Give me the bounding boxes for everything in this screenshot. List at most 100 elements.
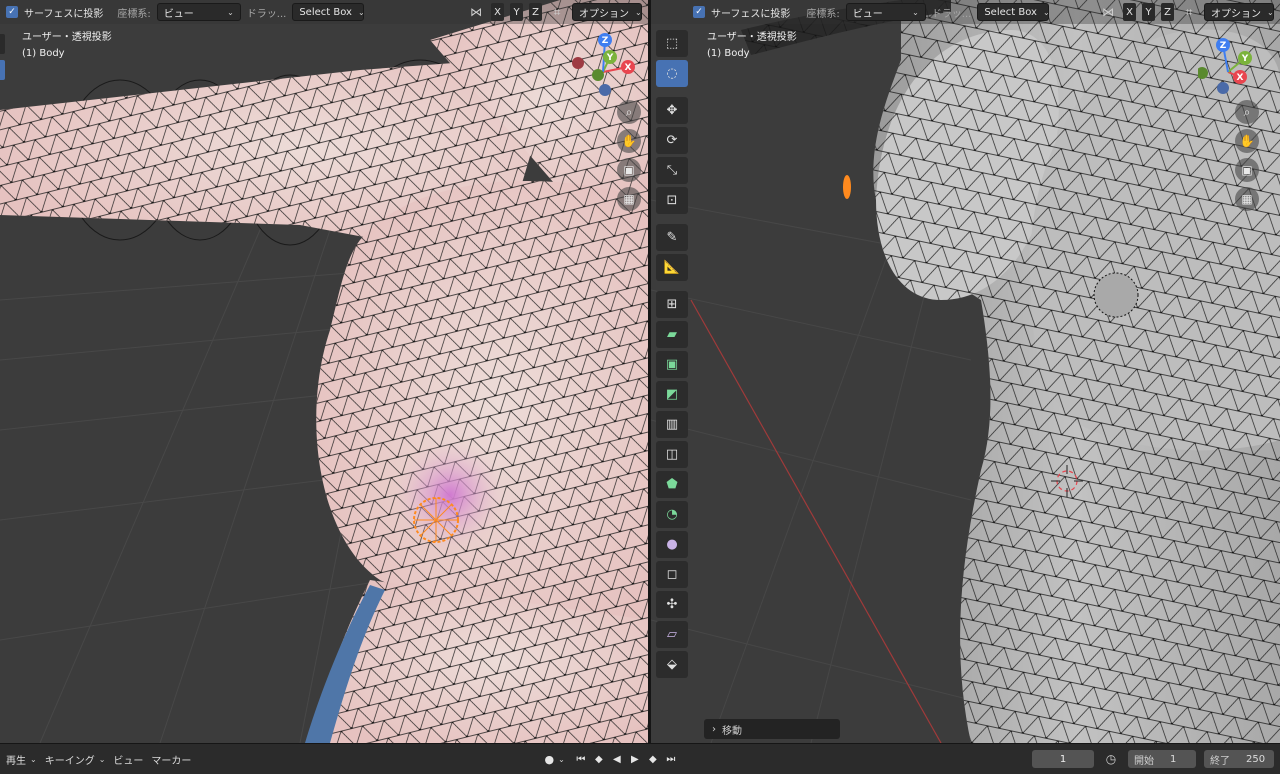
neg-z-handle[interactable]: [599, 84, 611, 96]
viewport-left-canvas[interactable]: [0, 0, 648, 743]
checkbox-icon[interactable]: ✓: [693, 6, 705, 18]
end-label: 終了: [1210, 755, 1230, 767]
bevel-icon[interactable]: ◩: [656, 381, 688, 408]
neg-z-handle[interactable]: [1217, 82, 1229, 94]
drag-dropdown[interactable]: Select Box ⌄: [977, 3, 1050, 21]
drag-label: ドラッ...: [931, 8, 972, 20]
axis-z-button[interactable]: Z: [1161, 3, 1174, 21]
current-frame-field[interactable]: 1: [1032, 750, 1094, 768]
viewport-right[interactable]: ✓ サーフェスに投影 座標系: ビュー ⌄ ドラッ... Select Box …: [651, 0, 1280, 743]
strip-tab[interactable]: [0, 34, 5, 54]
keyframe-toggle[interactable]: ● ⌄: [545, 753, 565, 766]
select-box-icon[interactable]: ⬚: [656, 30, 688, 57]
axis-x-button[interactable]: X: [491, 3, 504, 21]
orientation-label: 座標系:: [806, 8, 840, 20]
snap-icon[interactable]: ⌗: [548, 3, 566, 21]
selected-vertices-right[interactable]: [843, 175, 851, 199]
zoom-icon[interactable]: ⌕: [1235, 100, 1259, 124]
inset-icon[interactable]: ▣: [656, 351, 688, 378]
shrink-icon[interactable]: ✣: [656, 591, 688, 618]
jump-start-icon[interactable]: ⏮: [573, 750, 589, 768]
options-dropdown[interactable]: オプション ⌄: [1204, 3, 1274, 21]
keying-menu[interactable]: キーイング ⌄: [45, 752, 106, 767]
measure-icon[interactable]: 📐: [656, 254, 688, 281]
neg-y-handle[interactable]: [1198, 67, 1208, 79]
view-name: ユーザー・透視投影: [707, 32, 797, 43]
annotate-icon[interactable]: ✎: [656, 224, 688, 251]
polybuild-icon[interactable]: ⬟: [656, 471, 688, 498]
loopcut-icon[interactable]: ▥: [656, 411, 688, 438]
axis-x-button[interactable]: X: [1123, 3, 1136, 21]
select-circle-icon[interactable]: ◌: [656, 60, 688, 87]
tool-shelf: ⬚ ◌ ✥ ⟳ ⤡ ⊡ ✎ 📐 ⊞ ▰ ▣ ◩ ▥ ◫ ⬟ ◔ ● ◻ ✣ ▱ …: [656, 30, 688, 678]
mirror-icon[interactable]: ⋈: [1099, 3, 1117, 21]
drag-dropdown[interactable]: Select Box ⌄: [292, 3, 365, 21]
marker-menu[interactable]: マーカー: [151, 752, 191, 767]
surface-project-label[interactable]: サーフェスに投影: [711, 5, 790, 20]
orientation-dropdown[interactable]: ビュー ⌄: [845, 3, 926, 21]
chevron-down-icon: ⌄: [1267, 7, 1274, 17]
navigation-gizmo[interactable]: X Y Z: [568, 30, 638, 100]
navigation-gizmo[interactable]: X Y Z: [1198, 30, 1268, 100]
extrude-icon[interactable]: ▰: [656, 321, 688, 348]
viewport-header-left: ✓ サーフェスに投影 座標系: ビュー ⌄ ドラッ... Select Box …: [0, 0, 648, 24]
drag-label: ドラッ...: [246, 8, 287, 20]
object-name: (1) Body: [22, 48, 65, 59]
knife-icon[interactable]: ◫: [656, 441, 688, 468]
grid-icon[interactable]: ▦: [617, 187, 641, 211]
viewport-left[interactable]: ✓ サーフェスに投影 座標系: ビュー ⌄ ドラッ... Select Box …: [0, 0, 648, 743]
camera-icon[interactable]: ▣: [617, 158, 641, 182]
rip-icon[interactable]: ⬙: [656, 651, 688, 678]
chevron-down-icon: ⌄: [227, 7, 234, 17]
playback-menu[interactable]: 再生 ⌄: [6, 752, 37, 767]
surface-project-label[interactable]: サーフェスに投影: [24, 5, 103, 20]
scale-icon[interactable]: ⤡: [656, 157, 688, 184]
move-icon[interactable]: ✥: [656, 97, 688, 124]
mirror-icon[interactable]: ⋈: [467, 3, 485, 21]
gizmo-y-label: Y: [1241, 54, 1249, 64]
last-operator-panel[interactable]: › 移動: [704, 719, 840, 739]
last-operator-label: 移動: [722, 725, 742, 737]
axis-y-button[interactable]: Y: [510, 3, 523, 21]
drag-value: Select Box: [984, 6, 1037, 18]
axis-y-button[interactable]: Y: [1142, 3, 1155, 21]
strip-tab-active[interactable]: [0, 60, 5, 80]
hand-icon[interactable]: ✋: [617, 129, 641, 153]
viewport-info: ユーザー・透視投影 (1) Body: [22, 30, 112, 62]
add-cube-icon[interactable]: ⊞: [656, 291, 688, 318]
end-frame-field[interactable]: 終了 250: [1204, 750, 1274, 768]
neg-x-handle[interactable]: [572, 57, 584, 69]
snap-icon[interactable]: ⌗: [1180, 3, 1198, 21]
chevron-down-icon: ⌄: [30, 754, 37, 764]
clock-icon[interactable]: ◷: [1102, 750, 1120, 768]
spin-icon[interactable]: ◔: [656, 501, 688, 528]
checkbox-icon[interactable]: ✓: [6, 6, 18, 18]
rotate-icon[interactable]: ⟳: [656, 127, 688, 154]
play-reverse-icon[interactable]: ◀: [609, 750, 625, 768]
transform-icon[interactable]: ⊡: [656, 187, 688, 214]
view-menu[interactable]: ビュー: [113, 752, 143, 767]
prev-keyframe-icon[interactable]: ◆: [591, 750, 607, 768]
next-keyframe-icon[interactable]: ◆: [645, 750, 661, 768]
viewport-right-canvas[interactable]: [651, 0, 1280, 743]
neg-y-handle[interactable]: [592, 69, 604, 81]
start-frame-field[interactable]: 開始 1: [1128, 750, 1196, 768]
jump-end-icon[interactable]: ⏭: [663, 750, 679, 768]
shear-icon[interactable]: ▱: [656, 621, 688, 648]
play-icon[interactable]: ▶: [627, 750, 643, 768]
hand-icon[interactable]: ✋: [1235, 129, 1259, 153]
keying-label: キーイング: [44, 755, 95, 767]
orientation-value: ビュー: [852, 8, 883, 20]
nav-controls-left: ⌕ ✋ ▣ ▦: [617, 100, 641, 211]
options-dropdown[interactable]: オプション ⌄: [572, 3, 642, 21]
zoom-icon[interactable]: ⌕: [617, 100, 641, 124]
orientation-dropdown[interactable]: ビュー ⌄: [156, 3, 241, 21]
timeline-header: 再生 ⌄ キーイング ⌄ ビュー マーカー ● ⌄ ⏮ ◆ ◀ ▶ ◆ ⏭ 1 …: [0, 743, 1280, 774]
smooth-icon[interactable]: ●: [656, 531, 688, 558]
selected-vertices[interactable]: [413, 497, 459, 543]
grid-icon[interactable]: ▦: [1235, 187, 1259, 211]
axis-z-button[interactable]: Z: [529, 3, 542, 21]
viewport-info: ユーザー・透視投影 (1) Body: [707, 30, 797, 62]
camera-icon[interactable]: ▣: [1235, 158, 1259, 182]
edge-slide-icon[interactable]: ◻: [656, 561, 688, 588]
